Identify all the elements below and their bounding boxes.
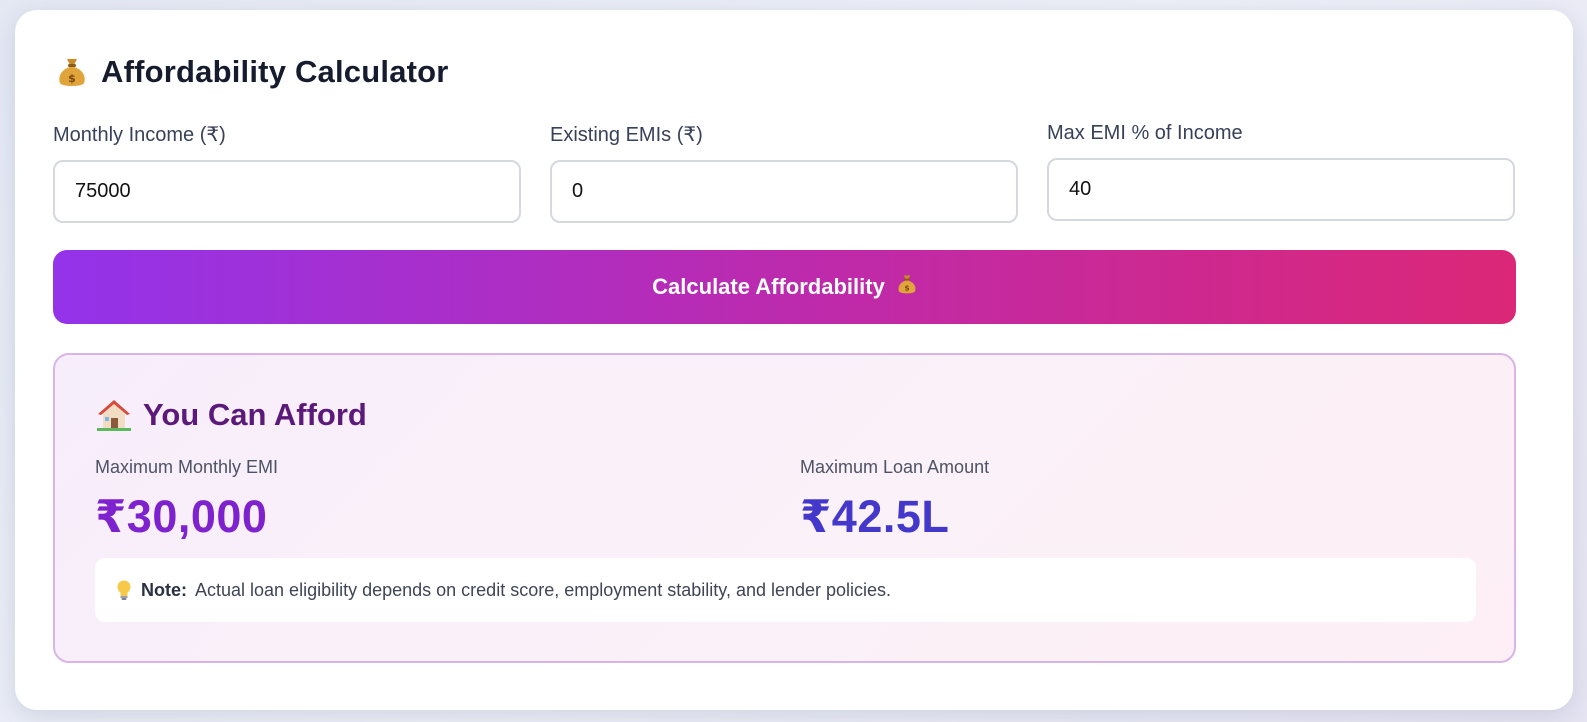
monthly-income-field: Monthly Income (₹) [53, 122, 521, 223]
note-prefix: Note: [141, 579, 187, 600]
svg-text:$: $ [68, 72, 76, 85]
max-loan-amount-metric: Maximum Loan Amount ₹42.5L [800, 457, 989, 543]
note-box: Note: Actual loan eligibility depends on… [95, 558, 1476, 622]
result-panel: You Can Afford Maximum Monthly EMI ₹30,0… [53, 353, 1516, 663]
max-emi-percent-label: Max EMI % of Income [1047, 122, 1243, 144]
affordability-card: $ Affordability Calculator Monthly Incom… [15, 10, 1573, 710]
money-bag-icon: $ [897, 273, 917, 301]
existing-emis-label: Existing EMIs (₹) [550, 124, 703, 146]
calculate-affordability-button[interactable]: Calculate Affordability $ [53, 250, 1516, 324]
money-bag-icon: $ [57, 56, 87, 88]
max-loan-amount-label: Maximum Loan Amount [800, 457, 990, 477]
max-emi-percent-input[interactable] [1047, 158, 1515, 221]
existing-emis-field: Existing EMIs (₹) [550, 122, 1018, 223]
svg-text:$: $ [904, 284, 909, 293]
lightbulb-icon [115, 579, 133, 601]
max-emi-percent-field: Max EMI % of Income [1047, 122, 1515, 221]
max-monthly-emi-metric: Maximum Monthly EMI ₹30,000 [95, 457, 278, 543]
monthly-income-input[interactable] [53, 160, 521, 223]
header: $ Affordability Calculator [57, 54, 449, 90]
result-title: You Can Afford [143, 397, 367, 432]
max-monthly-emi-value: ₹30,000 [95, 491, 268, 542]
max-monthly-emi-label: Maximum Monthly EMI [95, 457, 279, 477]
max-loan-amount-value: ₹42.5L [800, 491, 950, 542]
monthly-income-label: Monthly Income (₹) [53, 124, 226, 146]
result-header: You Can Afford [97, 397, 367, 433]
existing-emis-input[interactable] [550, 160, 1018, 223]
note-text: Actual loan eligibility depends on credi… [195, 579, 892, 600]
page-title: Affordability Calculator [101, 54, 449, 89]
calculate-button-label: Calculate Affordability [652, 274, 885, 299]
house-icon [97, 399, 131, 431]
